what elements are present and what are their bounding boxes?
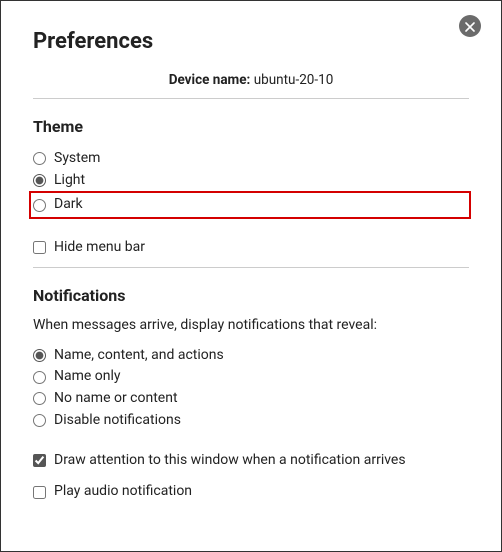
preferences-scroll[interactable]: Preferences Device name: ubuntu-20-10 Th… bbox=[1, 1, 501, 551]
notif-option-name-only[interactable]: Name only bbox=[33, 366, 469, 388]
close-icon bbox=[465, 17, 475, 36]
notif-option-label: No name or content bbox=[54, 388, 178, 410]
device-name-label: Device name: bbox=[169, 72, 251, 88]
notif-radio-name-only[interactable] bbox=[33, 371, 46, 384]
device-name-value: ubuntu-20-10 bbox=[254, 72, 334, 88]
notif-option-label: Name only bbox=[54, 366, 121, 388]
hide-menu-bar-label: Hide menu bar bbox=[54, 237, 145, 259]
notifications-heading: Notifications bbox=[33, 286, 469, 305]
hide-menu-bar-option[interactable]: Hide menu bar bbox=[33, 237, 469, 259]
divider bbox=[33, 98, 469, 99]
play-audio-checkbox[interactable] bbox=[33, 486, 46, 499]
theme-radio-dark[interactable] bbox=[33, 199, 46, 212]
theme-option-system[interactable]: System bbox=[33, 148, 469, 170]
draw-attention-checkbox[interactable] bbox=[33, 454, 46, 467]
device-name-line: Device name: ubuntu-20-10 bbox=[33, 72, 469, 88]
play-audio-option[interactable]: Play audio notification bbox=[33, 481, 469, 503]
page-title: Preferences bbox=[33, 29, 469, 54]
theme-radio-group: System Light Dark bbox=[33, 148, 469, 219]
notif-option-label: Name, content, and actions bbox=[54, 345, 224, 367]
theme-heading: Theme bbox=[33, 117, 469, 136]
notif-option-no-name[interactable]: No name or content bbox=[33, 388, 469, 410]
theme-option-label: System bbox=[54, 148, 100, 170]
notif-option-disable[interactable]: Disable notifications bbox=[33, 410, 469, 432]
draw-attention-option[interactable]: Draw attention to this window when a not… bbox=[33, 450, 469, 472]
notif-radio-disable[interactable] bbox=[33, 414, 46, 427]
divider bbox=[33, 267, 469, 268]
notifications-radio-group: Name, content, and actions Name only No … bbox=[33, 345, 469, 432]
notif-option-full[interactable]: Name, content, and actions bbox=[33, 345, 469, 367]
theme-option-dark[interactable]: Dark bbox=[29, 191, 471, 219]
notif-option-label: Disable notifications bbox=[54, 410, 181, 432]
hide-menu-bar-checkbox[interactable] bbox=[33, 241, 46, 254]
notif-radio-no-name[interactable] bbox=[33, 392, 46, 405]
close-button[interactable] bbox=[459, 15, 481, 37]
theme-radio-system[interactable] bbox=[33, 152, 46, 165]
theme-radio-light[interactable] bbox=[33, 174, 46, 187]
play-audio-label: Play audio notification bbox=[54, 481, 192, 503]
theme-option-light[interactable]: Light bbox=[33, 170, 469, 192]
theme-option-label: Dark bbox=[54, 194, 83, 216]
notifications-description: When messages arrive, display notificati… bbox=[33, 317, 469, 333]
notif-radio-full[interactable] bbox=[33, 349, 46, 362]
draw-attention-label: Draw attention to this window when a not… bbox=[54, 450, 406, 472]
theme-option-label: Light bbox=[54, 170, 85, 192]
